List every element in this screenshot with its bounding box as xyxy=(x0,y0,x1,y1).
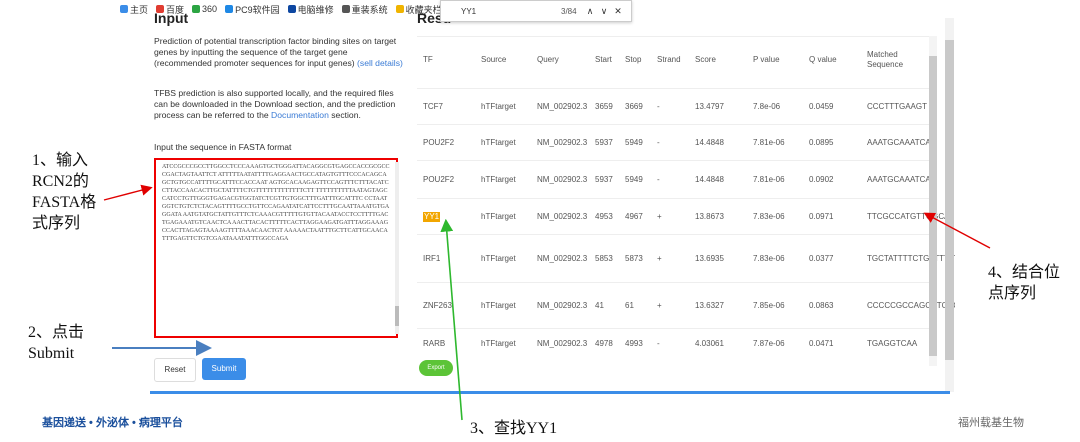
footer-left: 基因递送 • 外泌体 • 病理平台 xyxy=(42,417,183,429)
arrow-step3 xyxy=(440,218,463,421)
arrow-step1 xyxy=(103,184,153,201)
arrow-step4 xyxy=(923,212,991,249)
footer-right: 福州载基生物 xyxy=(958,417,1024,429)
annotation-arrows xyxy=(103,184,991,421)
